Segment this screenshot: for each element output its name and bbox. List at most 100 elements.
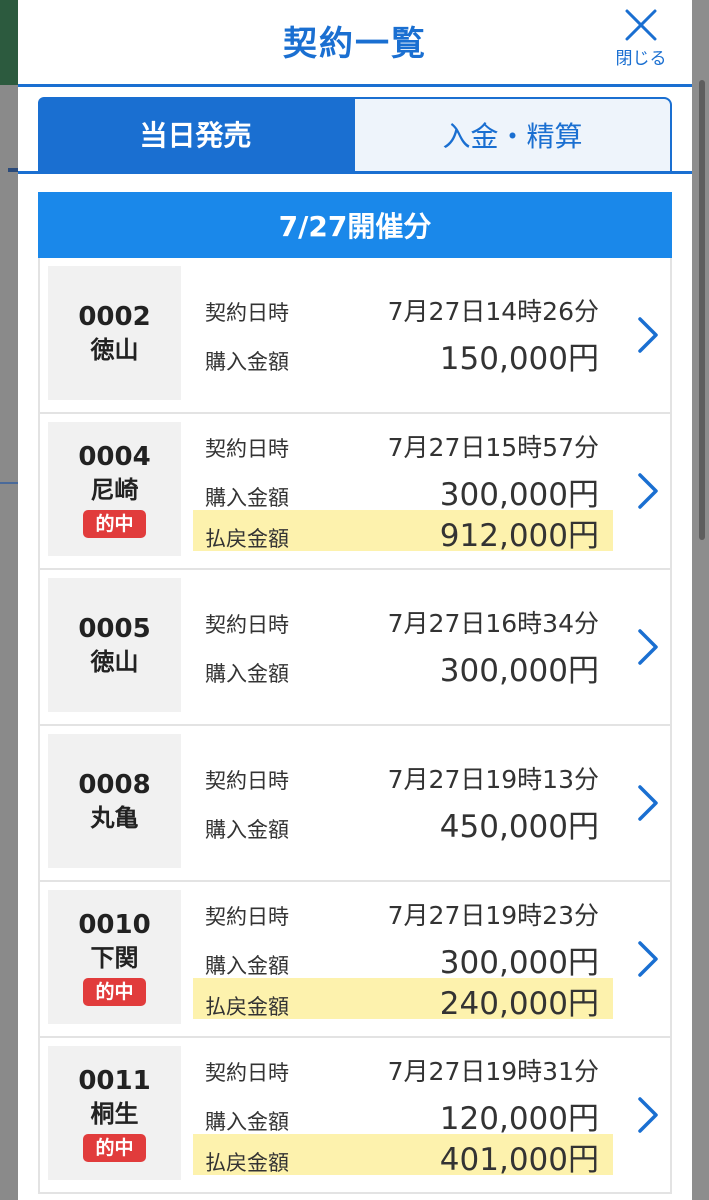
contract-datetime: 契約日時 7月27日19時31分	[193, 1052, 613, 1093]
contract-info: 契約日時 7月27日14時26分購入金額 150,000円	[193, 266, 613, 400]
tab-bar: 当日発売 入金・精算	[38, 97, 672, 171]
purchase-amount-value: 150,000円	[439, 341, 599, 377]
contract-row[interactable]: 0011 桐生 的中 契約日時 7月27日19時31分 購入金額 120,000円 払戻金額 4…	[38, 1038, 672, 1194]
venue-name: 桐生	[90, 1100, 139, 1128]
purchase-amount: 購入金額 300,000円	[193, 645, 613, 689]
contract-datetime-value: 7月27日15時57分	[387, 432, 599, 462]
contract-row-content: 0004 尼崎的中 契約日時 7月27日15時57分購入金額 300,000円払戻金額 9…	[48, 422, 662, 556]
payout-amount-value: 240,000円	[439, 985, 599, 1022]
contract-row-content: 0011 桐生 的中 契約日時 7月27日19時31分 購入金額 120,000円 払戻金額 4…	[48, 1046, 662, 1180]
venue-box: 0005 徳山	[48, 578, 181, 712]
contract-number: 0002	[78, 302, 151, 332]
venue-box: 0011 桐生 的中	[48, 1046, 181, 1180]
contract-datetime-value: 7月27日14時26分	[387, 297, 599, 326]
chevron-right-icon	[638, 473, 658, 509]
purchase-amount-label: 購入金額	[205, 662, 289, 686]
payout-amount: 払戻金額 240,000円	[193, 977, 613, 1022]
contract-datetime-value: 7月27日19時13分	[387, 765, 599, 794]
contract-number: 0004	[78, 442, 151, 472]
purchase-amount-value: 450,000円	[439, 809, 599, 845]
purchase-amount: 購入金額 300,000円	[193, 937, 613, 981]
contract-datetime-value: 7月27日19時23分	[387, 900, 599, 930]
contract-row-content: 0008 丸亀 契約日時 7月27日19時13分購入金額 450,000円	[48, 734, 662, 868]
payout-amount-value: 401,000円	[439, 1141, 599, 1178]
purchase-amount: 購入金額 450,000円	[193, 801, 613, 845]
venue-name: 下関	[90, 944, 139, 972]
contract-list-modal: 契約一覧 閉じる 当日発売 入金・精算 7/27開催分 0002 徳山 契約日時 7月…	[18, 0, 692, 1200]
contract-datetime-label: 契約日時	[205, 904, 289, 929]
contract-row-content: 0005 徳山 契約日時 7月27日16時34分購入金額 300,000円	[48, 578, 662, 712]
purchase-amount-label: 購入金額	[205, 1109, 289, 1134]
contract-info: 契約日時 7月27日16時34分購入金額 300,000円	[193, 578, 613, 712]
venue-name: 徳山	[90, 336, 139, 364]
contract-datetime: 契約日時 7月27日16時34分	[193, 604, 613, 645]
venue-box: 0010 下関的中	[48, 890, 181, 1024]
date-section-header: 7/27開催分	[38, 192, 672, 258]
contract-datetime-label: 契約日時	[205, 301, 289, 325]
payout-amount: 払戻金額 912,000円	[193, 509, 613, 554]
hit-badge: 的中	[83, 510, 146, 538]
purchase-amount: 購入金額 300,000円	[193, 469, 613, 513]
contract-datetime: 契約日時 7月27日19時23分	[193, 896, 613, 937]
contract-info: 契約日時 7月27日15時57分購入金額 300,000円払戻金額 912,000円	[193, 422, 613, 556]
chevron-right-icon	[638, 1097, 658, 1133]
venue-name: 徳山	[90, 648, 139, 676]
contract-info: 契約日時 7月27日19時23分購入金額 300,000円払戻金額 240,000円	[193, 890, 613, 1024]
contract-row[interactable]: 0010 下関的中 契約日時 7月27日19時23分購入金額 300,000円払戻金額 2…	[38, 882, 672, 1038]
chevron-right-icon	[638, 317, 658, 353]
contract-info: 契約日時 7月27日19時31分購入金額 120,000円払戻金額 401,000円	[193, 1046, 613, 1180]
chevron-right-icon	[638, 629, 658, 665]
hit-badge: 的中	[83, 978, 146, 1006]
tab-deposit-settlement[interactable]: 入金・精算	[353, 97, 672, 171]
contract-row[interactable]: 0008 丸亀 契約日時 7月27日19時13分購入金額 450,000円	[38, 726, 672, 882]
close-icon	[625, 9, 657, 41]
payout-amount-label: 払戻金額	[205, 526, 289, 551]
contract-datetime-value: 7月27日19時31分	[387, 1056, 599, 1086]
contract-row[interactable]: 0004 尼崎的中 契約日時 7月27日15時57分購入金額 300,000円払戻金額 9…	[38, 414, 672, 570]
payout-amount-label: 払戻金額	[205, 994, 289, 1019]
payout-amount-value: 912,000円	[439, 517, 599, 554]
contract-datetime-label: 契約日時	[205, 769, 289, 793]
purchase-amount: 購入金額 150,000円	[193, 333, 613, 377]
page-scrollbar[interactable]	[699, 80, 705, 540]
contract-datetime-value: 7月27日16時34分	[387, 609, 599, 638]
chevron-right-icon	[638, 941, 658, 977]
close-label: 閉じる	[615, 49, 667, 69]
contract-datetime: 契約日時 7月27日15時57分	[193, 428, 613, 469]
background-decoration	[0, 482, 20, 484]
payout-amount: 払戻金額 401,000円	[193, 1133, 613, 1178]
modal-header: 契約一覧 閉じる	[18, 0, 692, 87]
contract-datetime: 契約日時 7月27日19時13分	[193, 760, 613, 801]
close-button[interactable]: 閉じる	[606, 8, 676, 72]
purchase-amount-label: 購入金額	[205, 485, 289, 510]
contract-info: 契約日時 7月27日19時13分購入金額 450,000円	[193, 734, 613, 868]
payout-amount-label: 払戻金額	[205, 1150, 289, 1175]
contract-datetime-label: 契約日時	[205, 436, 289, 461]
contract-row-content: 0002 徳山 契約日時 7月27日14時26分購入金額 150,000円	[48, 266, 662, 400]
purchase-amount-label: 購入金額	[205, 350, 289, 374]
contract-row[interactable]: 0002 徳山 契約日時 7月27日14時26分購入金額 150,000円	[38, 258, 672, 414]
contract-number: 0010	[78, 910, 151, 940]
contract-number: 0005	[78, 614, 151, 644]
venue-box: 0002 徳山	[48, 266, 181, 400]
contract-datetime-label: 契約日時	[205, 613, 289, 637]
tab-same-day-sales[interactable]: 当日発売	[38, 97, 353, 171]
purchase-amount-value: 120,000円	[439, 1100, 599, 1137]
purchase-amount-label: 購入金額	[205, 953, 289, 978]
purchase-amount: 購入金額 120,000円	[193, 1093, 613, 1137]
modal-title: 契約一覧	[283, 24, 427, 64]
venue-name: 丸亀	[90, 804, 139, 832]
chevron-right-icon	[638, 785, 658, 821]
purchase-amount-value: 300,000円	[439, 476, 599, 513]
venue-box: 0004 尼崎的中	[48, 422, 181, 556]
venue-name: 尼崎	[90, 476, 139, 504]
purchase-amount-label: 購入金額	[205, 818, 289, 842]
contract-number: 0011	[78, 1066, 151, 1096]
venue-box: 0008 丸亀	[48, 734, 181, 868]
tab-underline	[18, 171, 692, 174]
purchase-amount-value: 300,000円	[439, 944, 599, 981]
contract-number: 0008	[78, 770, 151, 800]
contract-datetime-label: 契約日時	[205, 1060, 289, 1085]
contract-row[interactable]: 0005 徳山 契約日時 7月27日16時34分購入金額 300,000円	[38, 570, 672, 726]
contract-list: 0002 徳山 契約日時 7月27日14時26分 購入金額 150,000円 0004 尼崎的…	[38, 258, 672, 1194]
